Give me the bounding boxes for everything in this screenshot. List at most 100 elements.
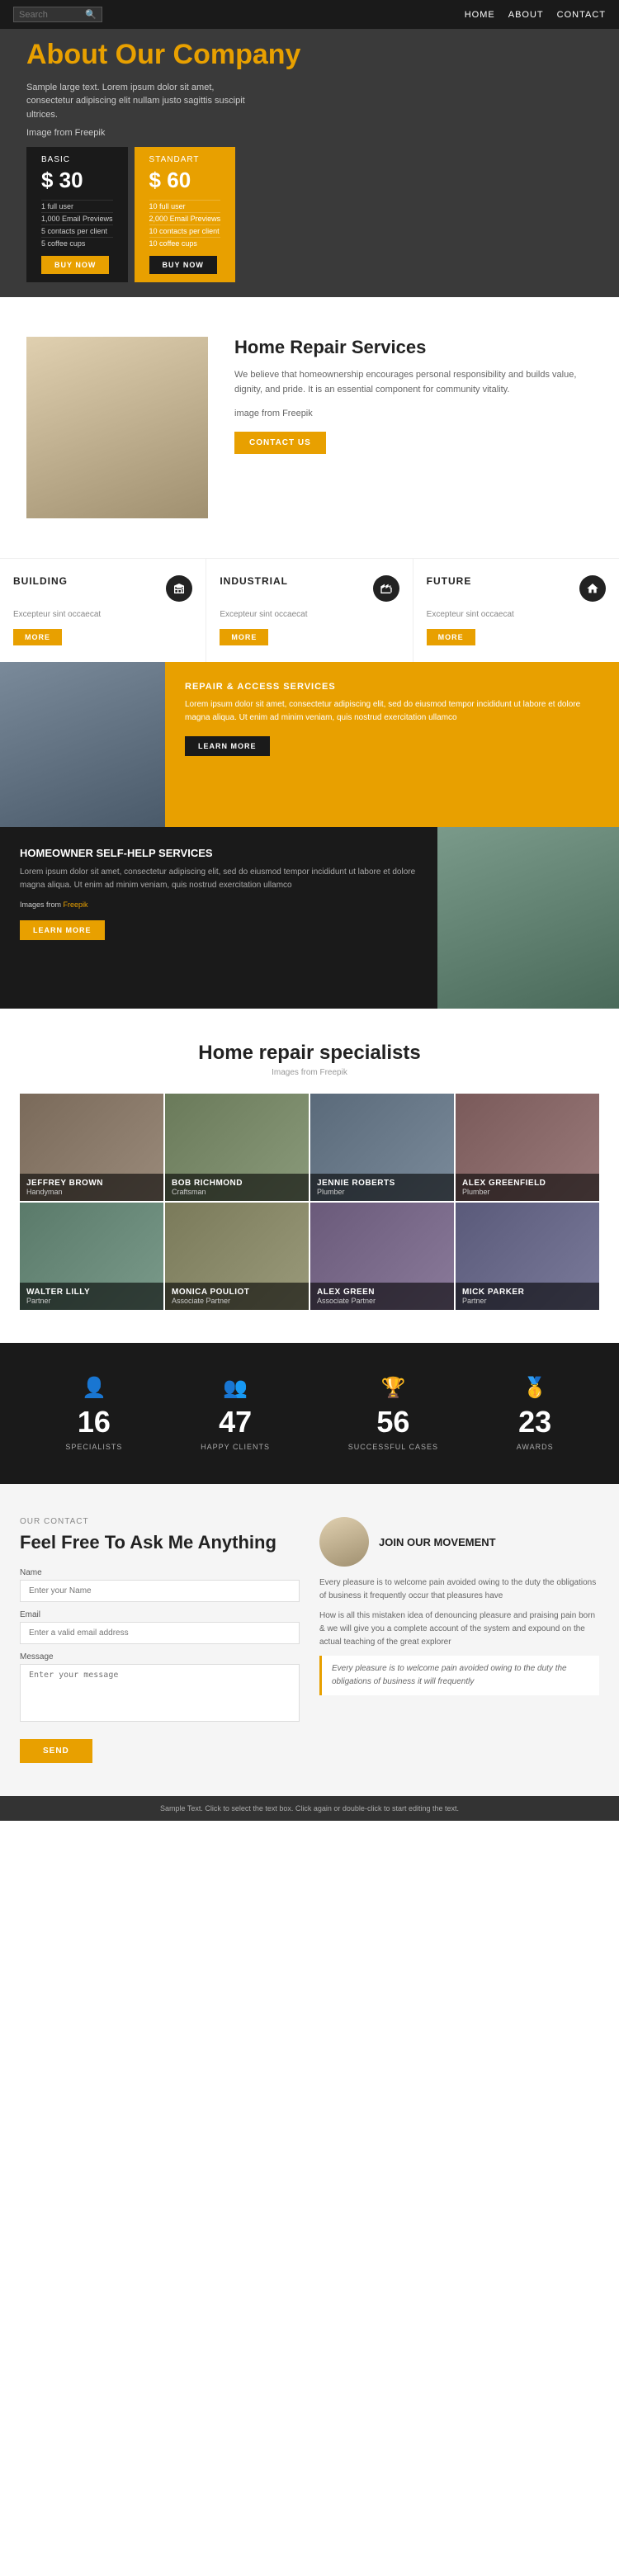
specialist-name-6: MONICA POULIOT — [172, 1288, 302, 1297]
cat-title-building: BUILDING — [13, 575, 68, 587]
stat-awards-label: AWARDS — [517, 1443, 554, 1451]
pricing-cards: BASIC $ 30 1 full user 1,000 Email Previ… — [26, 147, 593, 282]
search-input[interactable] — [19, 10, 85, 20]
stat-cases-number: 56 — [348, 1405, 438, 1439]
stat-awards-number: 23 — [517, 1405, 554, 1439]
stat-cases-label: SUCCESSFUL CASES — [348, 1443, 438, 1451]
building-icon — [166, 575, 192, 602]
specialist-role-2: Craftsman — [172, 1188, 302, 1196]
movement-header: JOIN OUR MOVEMENT — [319, 1517, 599, 1567]
basic-feature-3: 5 contacts per client — [41, 225, 113, 237]
specialists-grid: JEFFREY BROWN Handyman BOB RICHMOND Craf… — [20, 1094, 599, 1310]
specialist-info-6: MONICA POULIOT Associate Partner — [165, 1283, 309, 1310]
std-feature-2: 2,000 Email Previews — [149, 212, 221, 225]
cat-desc-future: Excepteur sint occaecat — [427, 608, 606, 621]
repair-access-panel: REPAIR & ACCESS SERVICES Lorem ipsum dol… — [165, 662, 619, 827]
basic-buy-button[interactable]: BUY NOW — [41, 256, 109, 274]
basic-plan-name: BASIC — [41, 155, 113, 164]
home-icon — [579, 575, 606, 602]
email-label: Email — [20, 1610, 300, 1619]
industrial-more-button[interactable]: MORE — [220, 629, 268, 645]
contact-us-button[interactable]: CONTACT US — [234, 432, 326, 454]
repair-access-label: REPAIR & ACCESS SERVICES — [185, 682, 599, 692]
stat-clients-icon: 👥 — [201, 1376, 270, 1400]
contact-title: Feel Free To Ask Me Anything — [20, 1531, 300, 1555]
specialist-card-4: ALEX GREENFIELD Plumber — [456, 1094, 599, 1201]
factory-icon — [373, 575, 399, 602]
specialist-info-5: WALTER LILLY Partner — [20, 1283, 163, 1310]
specialist-card-6: MONICA POULIOT Associate Partner — [165, 1203, 309, 1310]
email-field-group: Email — [20, 1610, 300, 1644]
submit-button[interactable]: SEND — [20, 1739, 92, 1763]
price-card-standard: STANDART $ 60 10 full user 2,000 Email P… — [135, 147, 236, 282]
hero-description: Sample large text. Lorem ipsum dolor sit… — [26, 81, 258, 122]
stat-awards-icon: 🥇 — [517, 1376, 554, 1400]
services-freepik: image from Freepik — [234, 407, 593, 422]
specialist-info-2: BOB RICHMOND Craftsman — [165, 1174, 309, 1201]
contact-label: OUR CONTACT — [20, 1517, 300, 1526]
specialist-card-3: JENNIE ROBERTS Plumber — [310, 1094, 454, 1201]
basic-price: $ 30 — [41, 168, 113, 193]
hero-section: About Our Company Sample large text. Lor… — [0, 0, 619, 297]
stat-cases: 🏆 56 SUCCESSFUL CASES — [348, 1376, 438, 1451]
stat-awards: 🥇 23 AWARDS — [517, 1376, 554, 1451]
basic-features: 1 full user 1,000 Email Previews 5 conta… — [41, 200, 113, 249]
category-industrial: INDUSTRIAL Excepteur sint occaecat MORE — [206, 559, 413, 662]
stat-specialists-label: SPECIALISTS — [65, 1443, 122, 1451]
stats-section: 👤 16 SPECIALISTS 👥 47 HAPPY CLIENTS 🏆 56… — [0, 1343, 619, 1484]
freepik-link[interactable]: Freepik — [64, 900, 88, 909]
homeowner-image-note: Images from Freepik — [20, 899, 418, 910]
name-input[interactable] — [20, 1580, 300, 1602]
specialist-name-5: WALTER LILLY — [26, 1288, 157, 1297]
services-description: We believe that homeownership encourages… — [234, 368, 593, 397]
repair-access-description: Lorem ipsum dolor sit amet, consectetur … — [185, 698, 599, 725]
specialists-note: Images from Freepik — [20, 1068, 599, 1077]
specialist-role-4: Plumber — [462, 1188, 593, 1196]
navbar: 🔍 HOME ABOUT CONTACT — [0, 0, 619, 29]
hero-title: About Our Company — [26, 39, 593, 71]
specialist-info-8: MICK PARKER Partner — [456, 1283, 599, 1310]
nav-home[interactable]: HOME — [465, 10, 495, 20]
future-more-button[interactable]: MORE — [427, 629, 475, 645]
dark-bottom-image — [437, 827, 619, 1009]
nav-about[interactable]: ABOUT — [508, 10, 544, 20]
cat-title-future: FUTURE — [427, 575, 472, 587]
contact-section: OUR CONTACT Feel Free To Ask Me Anything… — [0, 1484, 619, 1796]
price-card-basic: BASIC $ 30 1 full user 1,000 Email Previ… — [26, 147, 128, 282]
message-field-group: Message — [20, 1652, 300, 1726]
homeowner-description: Lorem ipsum dolor sit amet, consectetur … — [20, 866, 418, 892]
specialist-name-1: JEFFREY BROWN — [26, 1179, 157, 1188]
specialist-role-7: Associate Partner — [317, 1297, 447, 1305]
movement-p1: Every pleasure is to welcome pain avoide… — [319, 1576, 599, 1603]
homeowner-panel: HOMEOWNER SELF-HELP SERVICES Lorem ipsum… — [0, 827, 437, 1009]
contact-right-column: JOIN OUR MOVEMENT Every pleasure is to w… — [319, 1517, 599, 1763]
basic-feature-4: 5 coffee cups — [41, 237, 113, 249]
services-section: Home Repair Services We believe that hom… — [0, 297, 619, 558]
learn-more-button[interactable]: LEARN MORE — [185, 736, 270, 756]
footer: Sample Text. Click to select the text bo… — [0, 1796, 619, 1821]
basic-feature-1: 1 full user — [41, 200, 113, 212]
specialist-info-4: ALEX GREENFIELD Plumber — [456, 1174, 599, 1201]
movement-avatar — [319, 1517, 369, 1567]
message-label: Message — [20, 1652, 300, 1661]
specialist-card-7: ALEX GREEN Associate Partner — [310, 1203, 454, 1310]
specialist-role-3: Plumber — [317, 1188, 447, 1196]
homeowner-title: HOMEOWNER SELF-HELP SERVICES — [20, 847, 418, 859]
specialists-title: Home repair specialists — [20, 1042, 599, 1065]
nav-contact[interactable]: CONTACT — [557, 10, 606, 20]
building-more-button[interactable]: MORE — [13, 629, 62, 645]
name-field-group: Name — [20, 1568, 300, 1602]
message-input[interactable] — [20, 1664, 300, 1722]
email-input[interactable] — [20, 1622, 300, 1644]
std-feature-1: 10 full user — [149, 200, 221, 212]
specialist-name-8: MICK PARKER — [462, 1288, 593, 1297]
homeowner-learn-more-button[interactable]: LEARN MORE — [20, 920, 105, 940]
cat-desc-building: Excepteur sint occaecat — [13, 608, 192, 621]
specialist-role-6: Associate Partner — [172, 1297, 302, 1305]
specialist-info-1: JEFFREY BROWN Handyman — [20, 1174, 163, 1201]
search-bar[interactable]: 🔍 — [13, 7, 102, 22]
contact-form-column: OUR CONTACT Feel Free To Ask Me Anything… — [20, 1517, 300, 1763]
specialist-role-5: Partner — [26, 1297, 157, 1305]
standard-buy-button[interactable]: BUY NOW — [149, 256, 217, 274]
services-title: Home Repair Services — [234, 337, 593, 358]
